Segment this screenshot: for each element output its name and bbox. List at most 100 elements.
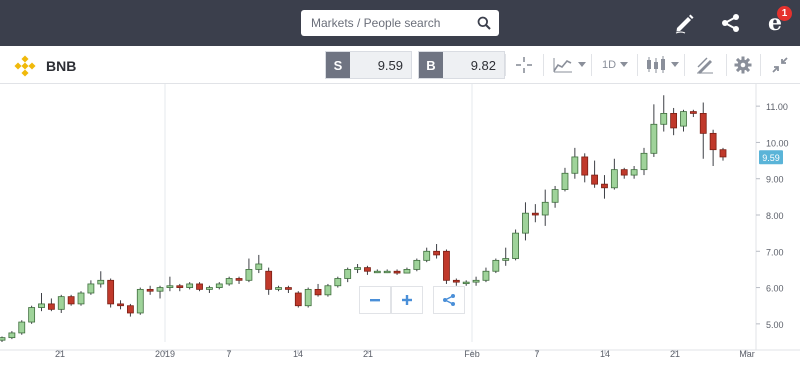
candle-body xyxy=(610,169,618,189)
candle-body xyxy=(462,281,470,285)
x-tick-label: 2019 xyxy=(155,349,175,359)
candle-body xyxy=(443,250,450,281)
candle-body xyxy=(285,287,292,290)
candlestick-chart[interactable]: 11.00 10.00 9.00 8.00 7.00 6.00 5.00 21 2019 7 14 2… xyxy=(0,84,800,363)
toolbar-divider xyxy=(591,54,592,76)
indicators-button[interactable] xyxy=(548,51,590,79)
candle-body xyxy=(709,132,717,151)
candle-body xyxy=(57,296,65,310)
search-placeholder: Markets / People search xyxy=(311,16,441,30)
candle-body xyxy=(136,288,144,314)
indicators-icon xyxy=(553,58,572,73)
y-tick-label: 8.00 xyxy=(766,211,784,221)
zoom-in-button[interactable] xyxy=(391,286,423,314)
zoom-out-button[interactable] xyxy=(359,286,391,314)
chart-share-button[interactable] xyxy=(433,286,465,314)
candle-body xyxy=(601,183,608,189)
candle-body xyxy=(0,337,6,341)
candle-body xyxy=(294,292,302,307)
gear-icon[interactable] xyxy=(730,51,756,79)
search-icon[interactable] xyxy=(469,10,499,36)
pencil-icon[interactable] xyxy=(670,8,700,38)
y-tick-label: 7.00 xyxy=(766,247,784,257)
x-tick-label: Feb xyxy=(464,349,480,359)
candle-body xyxy=(196,283,203,290)
x-tick-label: 14 xyxy=(600,349,610,359)
top-bar: Markets / People search e 1 xyxy=(0,0,800,46)
candle-body xyxy=(452,279,460,283)
candle-body xyxy=(383,270,391,274)
collapse-icon[interactable] xyxy=(766,51,794,79)
candle-body xyxy=(630,169,638,176)
candle-body xyxy=(354,267,361,270)
candle-body xyxy=(245,269,253,281)
toolbar-divider xyxy=(543,54,544,76)
candle-body xyxy=(166,285,174,288)
binance-logo-icon xyxy=(14,55,36,77)
candle-body xyxy=(719,149,727,158)
candle-body xyxy=(146,288,154,292)
search-box[interactable]: Markets / People search xyxy=(301,10,499,36)
candle-body xyxy=(571,156,579,174)
crosshair-icon[interactable] xyxy=(508,51,540,79)
candle-body xyxy=(8,332,16,339)
sell-price: 9.59 xyxy=(377,57,403,73)
share-icon[interactable] xyxy=(716,8,746,38)
candle-body xyxy=(215,283,223,288)
candle-body xyxy=(186,283,194,288)
timeframe-selector[interactable]: 1D xyxy=(596,51,634,79)
y-tick-label: 6.00 xyxy=(766,284,784,294)
candle-body xyxy=(38,303,45,308)
minus-icon xyxy=(370,299,380,302)
chart-area[interactable]: 11.00 10.00 9.00 8.00 7.00 6.00 5.00 21 2019 7 14 2… xyxy=(0,84,800,363)
candle-body xyxy=(512,232,519,259)
draw-icon[interactable] xyxy=(688,51,722,79)
candle-body xyxy=(334,278,342,287)
candle-body xyxy=(156,287,164,292)
timeframe-label: 1D xyxy=(601,59,617,71)
candle-body xyxy=(403,269,411,274)
candle-body xyxy=(699,112,707,134)
y-tick-label: 10.00 xyxy=(766,138,789,148)
buy-button[interactable]: B 9.82 xyxy=(418,51,505,79)
candle-body xyxy=(235,278,243,281)
chevron-down-icon xyxy=(671,62,679,67)
toolbar-divider xyxy=(637,54,638,76)
candle-body xyxy=(314,288,322,296)
x-tick-label: 21 xyxy=(363,349,373,359)
candle-body xyxy=(97,279,105,285)
candle-body xyxy=(650,123,658,154)
candle-body xyxy=(304,288,312,307)
candle-body xyxy=(373,270,381,274)
toolbar-divider xyxy=(726,54,727,76)
candle-body xyxy=(502,258,510,261)
instrument-header: BNB xyxy=(14,55,76,77)
candle-body xyxy=(561,172,569,191)
candle-body xyxy=(620,169,628,176)
candle-body xyxy=(176,285,184,288)
buy-price: 9.82 xyxy=(470,57,496,73)
candle-body xyxy=(670,112,678,129)
candle-body xyxy=(482,270,490,281)
candle-body xyxy=(255,263,263,270)
notification-badge: 1 xyxy=(777,6,792,21)
candle-body xyxy=(265,270,273,290)
candle-body xyxy=(275,287,282,290)
candlestick-icon xyxy=(647,56,665,73)
candle-body xyxy=(206,287,213,290)
plus-icon xyxy=(402,295,412,305)
x-tick-label: 7 xyxy=(226,349,231,359)
candle-body xyxy=(433,250,440,256)
candle-body xyxy=(28,307,36,323)
x-tick-label: 14 xyxy=(293,349,303,359)
candle-body xyxy=(522,212,529,234)
toolbar-divider xyxy=(505,54,506,76)
sell-button[interactable]: S 9.59 xyxy=(325,51,412,79)
chart-type-selector[interactable] xyxy=(642,51,682,79)
candle-body xyxy=(117,303,124,307)
etoro-e-icon[interactable]: e 1 xyxy=(760,6,792,38)
candle-body xyxy=(640,152,648,171)
toolbar-divider xyxy=(684,54,685,76)
candle-body xyxy=(689,111,697,114)
y-tick-label: 9.00 xyxy=(766,175,784,185)
